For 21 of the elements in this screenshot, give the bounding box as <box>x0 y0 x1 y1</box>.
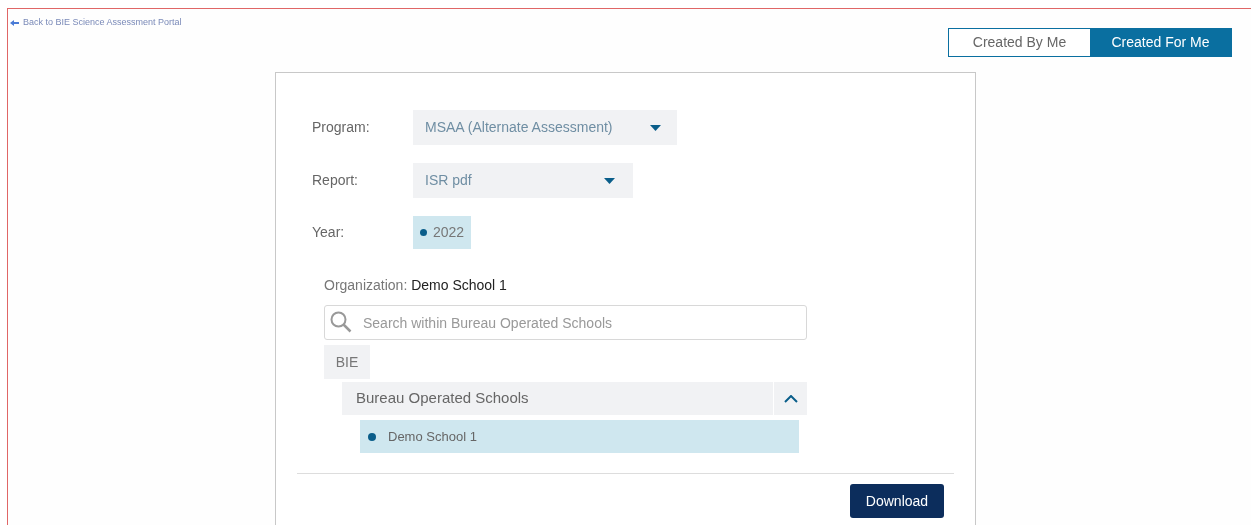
caret-icon <box>650 124 661 131</box>
report-dropdown[interactable]: ISR pdf <box>413 163 633 198</box>
caret-icon <box>604 177 615 184</box>
tree-item[interactable]: Bureau Operated Schools <box>342 382 773 415</box>
field-label: Report: <box>312 171 359 190</box>
year-option[interactable]: 2022 <box>413 216 472 249</box>
arrow-left-icon <box>10 19 19 26</box>
search-field[interactable]: Search within Bureau Operated Schools <box>324 305 807 340</box>
tab[interactable]: Created For Me <box>1090 29 1231 56</box>
program-dropdown[interactable]: MSAA (Alternate Assessment) <box>413 110 677 145</box>
organization-text: Organization: Demo School 1 <box>324 276 508 295</box>
back-link[interactable]: Back to BIE Science Assessment Portal <box>10 16 182 30</box>
field-label: Year: <box>312 223 346 242</box>
tree-item-label: Demo School 1 <box>388 427 477 446</box>
field-label: Program: <box>312 118 371 137</box>
tree-item[interactable]: Demo School 1 <box>360 420 799 453</box>
tree-item[interactable]: BIE <box>324 345 370 379</box>
collapse-toggle[interactable] <box>774 382 807 415</box>
chevron-up-icon <box>783 394 798 403</box>
search-icon <box>330 311 352 333</box>
download-button[interactable]: Download <box>850 484 944 518</box>
